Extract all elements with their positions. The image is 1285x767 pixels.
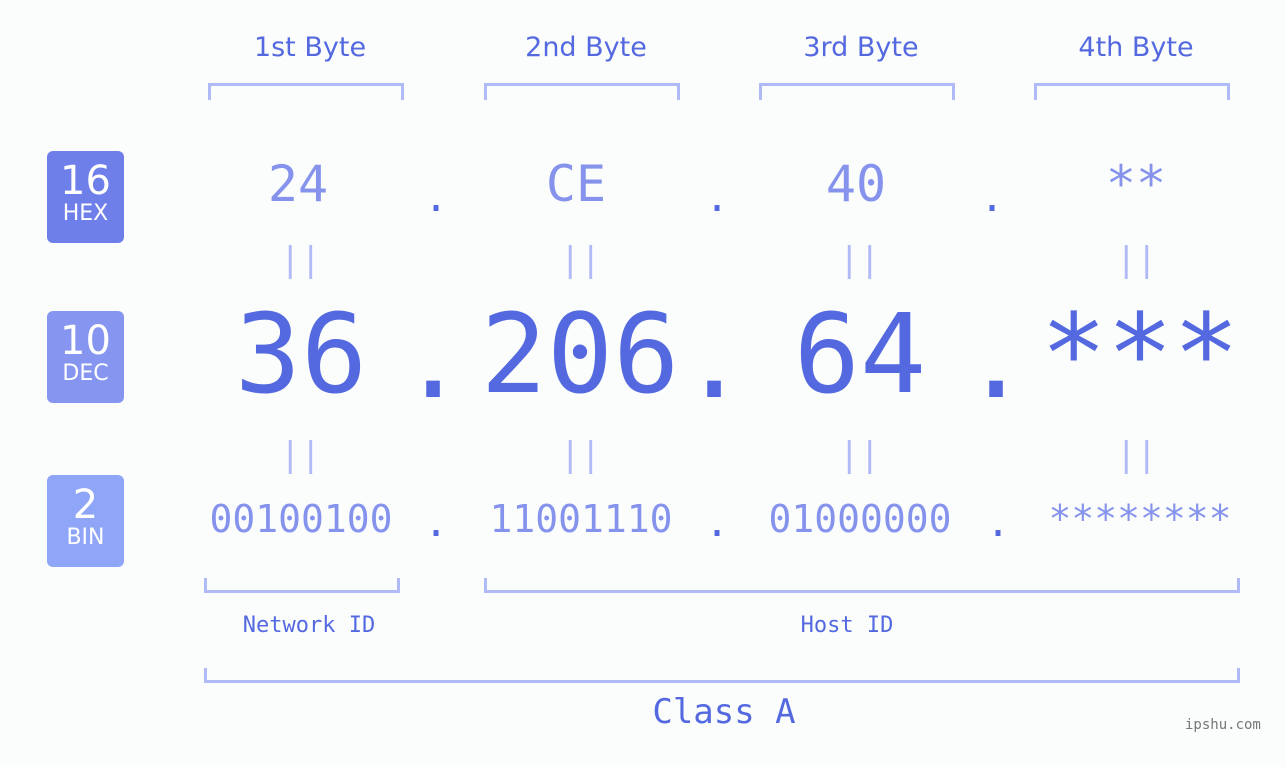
- equals-sign: ||: [839, 435, 880, 475]
- dec-badge-label: DEC: [62, 361, 109, 386]
- equals-sign: ||: [1116, 240, 1157, 280]
- dec-byte-2: 206: [480, 290, 680, 418]
- equals-sign: ||: [839, 240, 880, 280]
- bin-byte-3: 01000000: [768, 497, 952, 541]
- hex-badge-label: HEX: [62, 201, 109, 226]
- dec-separator: .: [963, 295, 1030, 423]
- equals-sign: ||: [280, 435, 321, 475]
- byte-header-3: 3rd Byte: [803, 32, 919, 63]
- host-id-bracket: [484, 578, 1240, 593]
- host-id-label: Host ID: [800, 613, 894, 638]
- watermark: ipshu.com: [1185, 717, 1261, 733]
- byte-bracket-3: [759, 83, 955, 100]
- dec-badge-base: 10: [60, 318, 111, 364]
- hex-separator: .: [980, 175, 1005, 221]
- bin-byte-1: 00100100: [209, 497, 393, 541]
- bin-separator: .: [986, 500, 1011, 546]
- class-bracket: [204, 668, 1240, 683]
- equals-sign: ||: [560, 435, 601, 475]
- hex-byte-3: 40: [825, 155, 887, 213]
- bin-badge-base: 2: [72, 482, 99, 528]
- hex-separator: .: [424, 175, 449, 221]
- dec-separator: .: [681, 295, 748, 423]
- hex-byte-2: CE: [545, 155, 607, 213]
- byte-bracket-1: [208, 83, 404, 100]
- hex-byte-4: **: [1105, 155, 1167, 213]
- byte-header-1: 1st Byte: [253, 32, 367, 63]
- equals-sign: ||: [280, 240, 321, 280]
- bin-badge-label: BIN: [66, 525, 105, 550]
- bin-byte-4: ********: [1048, 497, 1232, 541]
- bin-badge: 2 BIN: [47, 475, 124, 567]
- hex-badge-base: 16: [60, 158, 111, 204]
- dec-byte-3: 64: [793, 290, 927, 418]
- byte-bracket-2: [484, 83, 680, 100]
- byte-header-2: 2nd Byte: [525, 32, 647, 63]
- class-label: Class A: [652, 692, 796, 732]
- dec-byte-4: ***: [1040, 290, 1240, 418]
- dec-byte-1: 36: [234, 290, 368, 418]
- equals-sign: ||: [560, 240, 601, 280]
- bin-separator: .: [424, 500, 449, 546]
- hex-badge: 16 HEX: [47, 151, 124, 243]
- byte-header-4: 4th Byte: [1078, 32, 1194, 63]
- hex-byte-1: 24: [267, 155, 329, 213]
- bin-separator: .: [705, 500, 730, 546]
- byte-bracket-4: [1034, 83, 1230, 100]
- hex-separator: .: [705, 175, 730, 221]
- bin-byte-2: 11001110: [489, 497, 673, 541]
- network-id-label: Network ID: [242, 613, 376, 638]
- dec-separator: .: [400, 295, 467, 423]
- network-id-bracket: [204, 578, 400, 593]
- dec-badge: 10 DEC: [47, 311, 124, 403]
- equals-sign: ||: [1116, 435, 1157, 475]
